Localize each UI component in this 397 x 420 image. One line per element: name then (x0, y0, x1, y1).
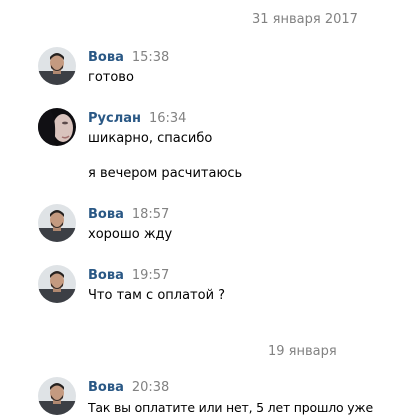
message-header: Руслан 16:34 (88, 111, 186, 127)
message-text: шикарно, спасибо (88, 131, 213, 146)
message-header: Вова 18:57 (88, 207, 169, 223)
author-name[interactable]: Руслан (88, 111, 141, 126)
message-text: Что там с оплатой ? (88, 288, 226, 303)
message-time: 20:38 (131, 380, 170, 395)
message-text: хорошо жду (88, 227, 173, 242)
message-header: Вова 15:38 (88, 50, 169, 66)
message-header: Вова 20:38 (88, 380, 169, 396)
man-avatar-icon[interactable] (38, 47, 76, 85)
message-text: готово (88, 70, 134, 85)
author-name[interactable]: Вова (88, 268, 124, 283)
message-time: 19:57 (131, 268, 170, 283)
man-avatar-icon[interactable] (38, 265, 76, 303)
man-avatar-icon[interactable] (38, 377, 76, 415)
message-time: 16:34 (148, 111, 187, 126)
message-time: 15:38 (131, 50, 170, 65)
date-separator: 31 января 2017 (252, 12, 358, 27)
man-avatar-icon[interactable] (38, 204, 76, 242)
woman-face-avatar-icon[interactable] (38, 108, 76, 146)
message-header: Вова 19:57 (88, 268, 169, 284)
author-name[interactable]: Вова (88, 380, 124, 395)
date-separator: 19 января (268, 344, 337, 359)
message-text: я вечером расчитаюсь (88, 166, 243, 181)
author-name[interactable]: Вова (88, 207, 124, 222)
message-text: Так вы оплатите или нет, 5 лет прошло уж… (88, 400, 373, 415)
message-time: 18:57 (131, 207, 170, 222)
author-name[interactable]: Вова (88, 50, 124, 65)
